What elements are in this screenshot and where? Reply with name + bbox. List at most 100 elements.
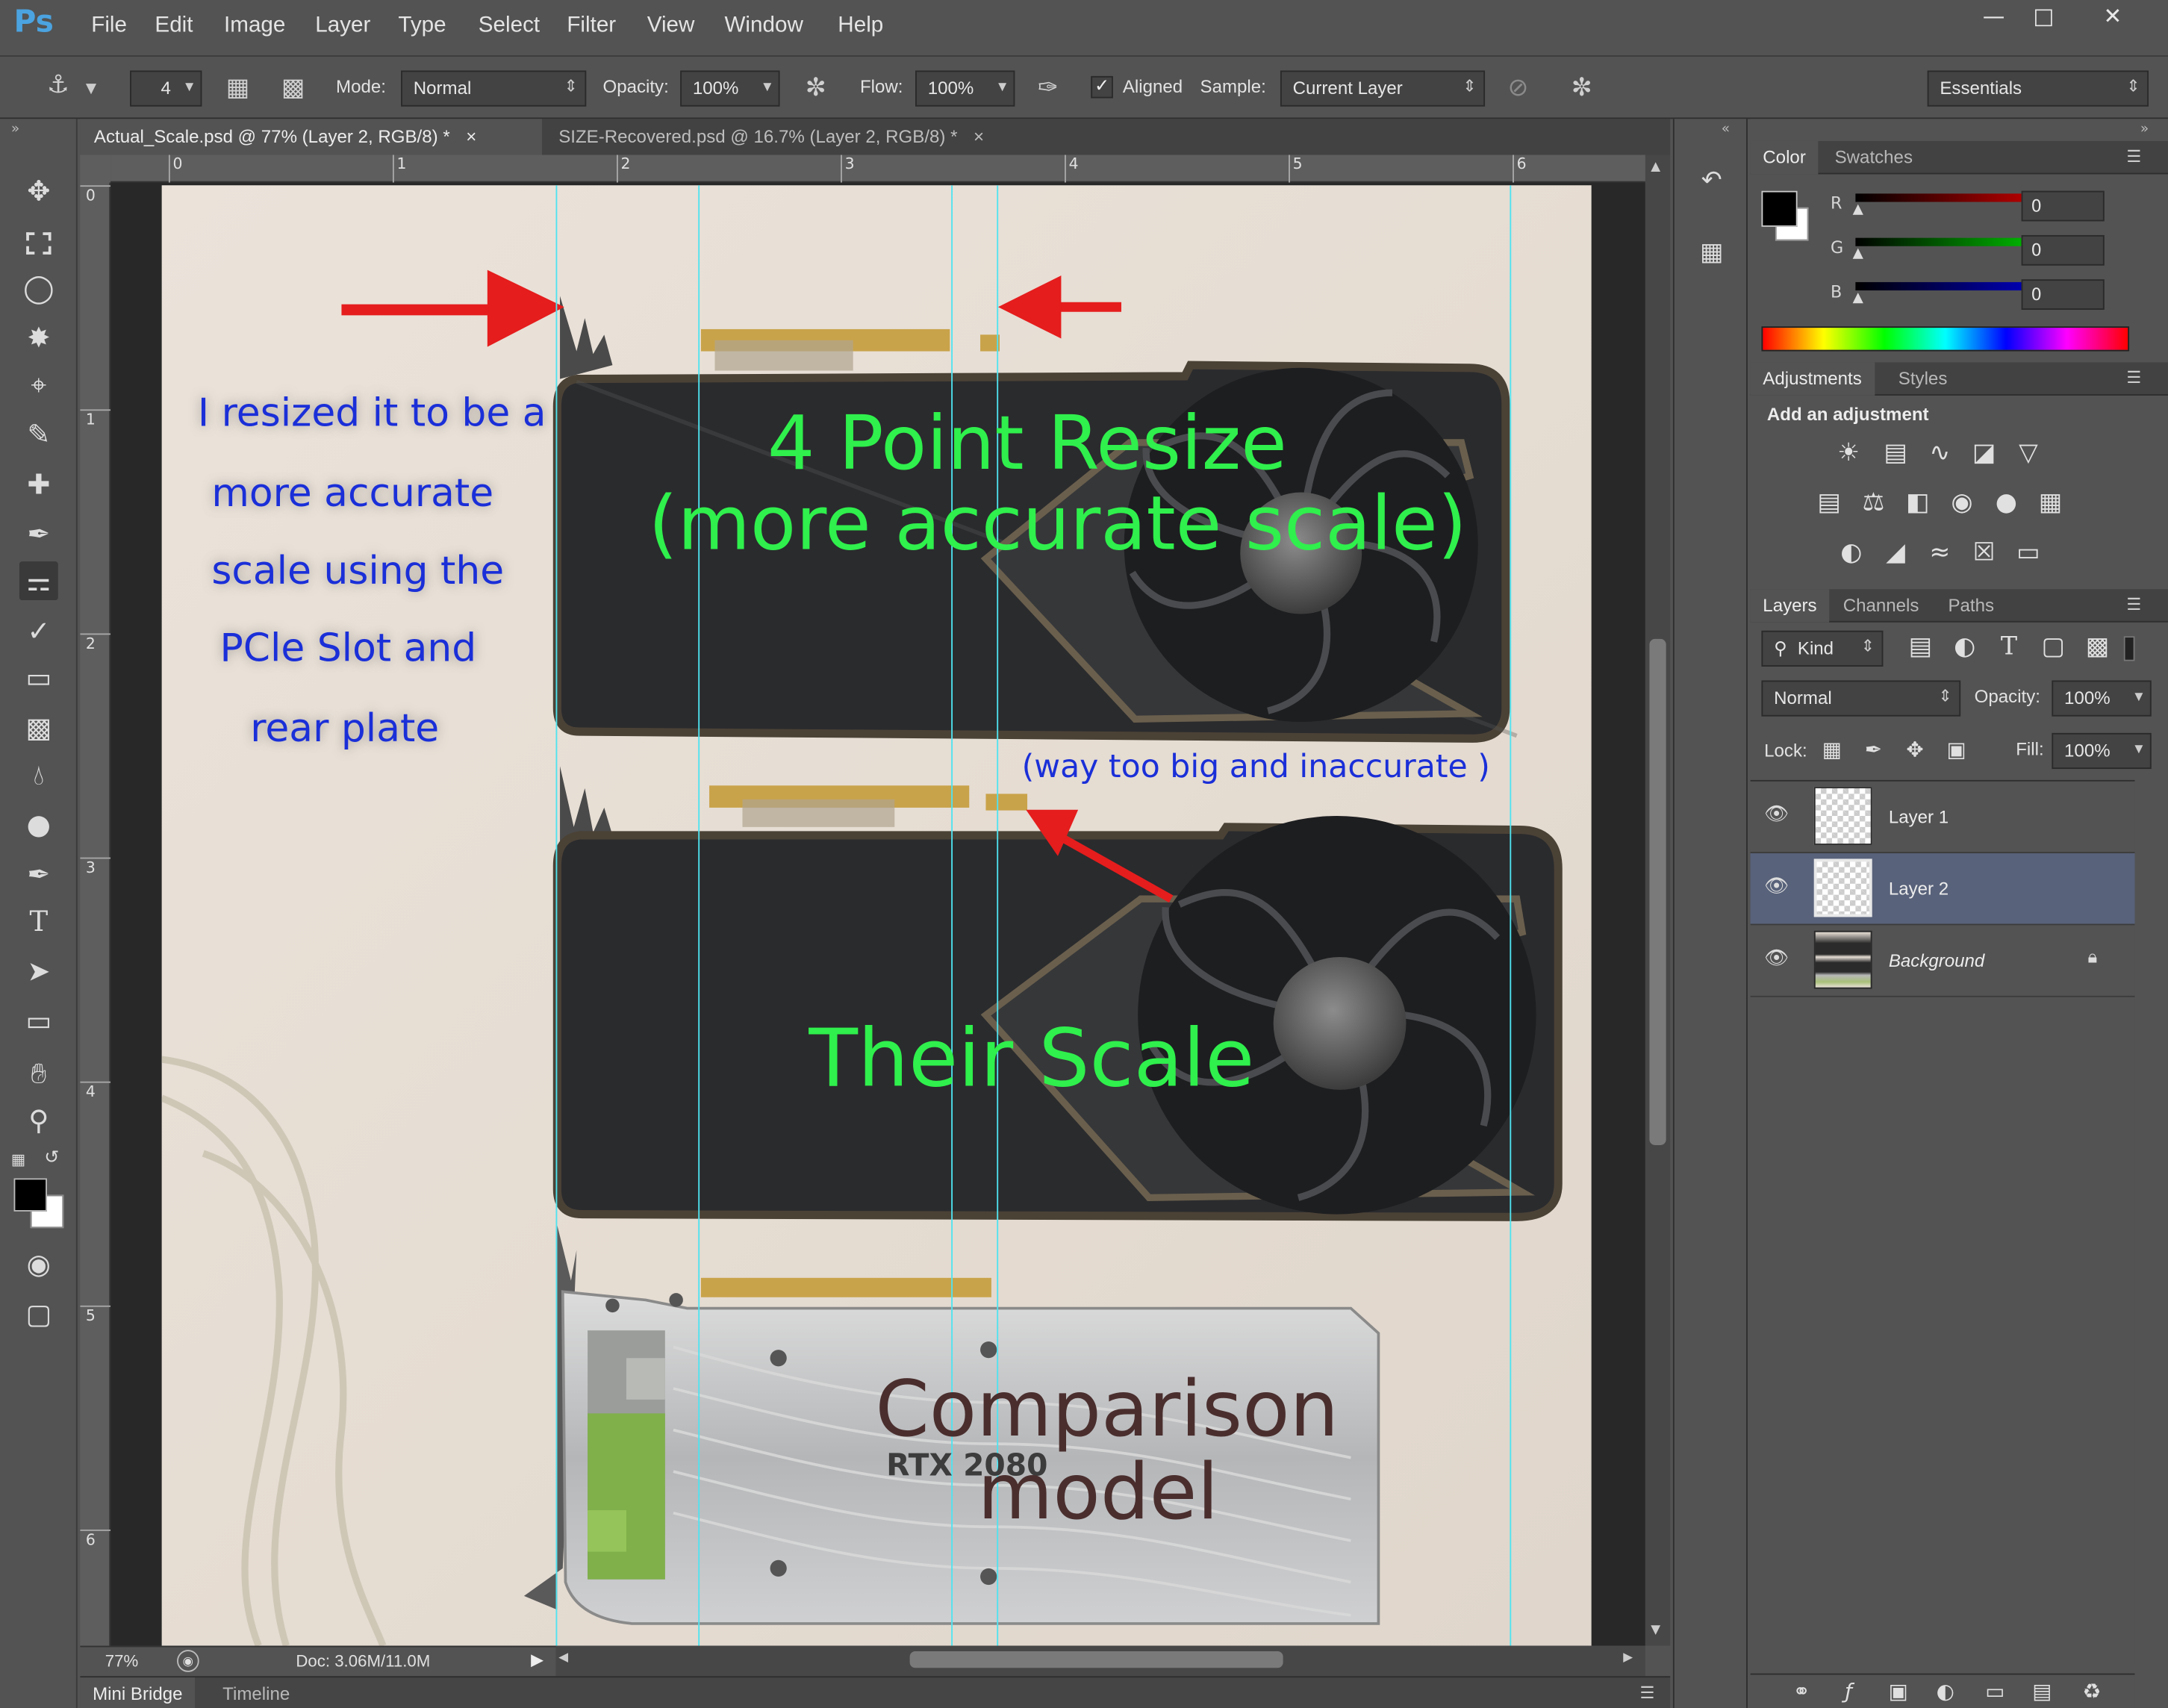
scroll-down-icon[interactable]: ▼ [1651, 1624, 1660, 1638]
menu-image[interactable]: Image [224, 14, 285, 39]
expand-panels-icon[interactable]: « [1722, 122, 1730, 137]
brush-tool-icon[interactable]: ✒ [19, 514, 58, 553]
black-white-icon[interactable]: ◧ [1900, 487, 1936, 520]
gradient-tool-icon[interactable]: ▩ [19, 708, 58, 747]
photo-filter-icon[interactable]: ◉ [1944, 487, 1980, 520]
flow-input[interactable]: 100% ▾ [915, 70, 1015, 107]
green-slider-handle[interactable]: ▲ [1853, 246, 1863, 261]
threshold-icon[interactable]: ≈ [1922, 537, 1957, 570]
document-tab-size-recovered[interactable]: SIZE-Recovered.psd @ 16.7% (Layer 2, RGB… [545, 119, 1056, 155]
menu-select[interactable]: Select [479, 14, 540, 39]
zoom-level[interactable]: 77% [105, 1651, 139, 1671]
path-selection-tool-icon[interactable]: ➤ [19, 952, 58, 991]
panel-menu-icon[interactable]: ☰ [2126, 595, 2141, 614]
visibility-eye-icon[interactable]: 👁︎ [1764, 803, 1789, 826]
pressure-opacity-icon[interactable]: ✼ [799, 73, 832, 104]
tab-swatches[interactable]: Swatches [1822, 141, 1925, 174]
history-panel-icon[interactable]: ↶ [1694, 166, 1730, 202]
vertical-ruler[interactable]: 0 1 2 3 4 5 6 [80, 182, 111, 1646]
preset-dropdown-arrow-icon[interactable]: ▼ [86, 81, 96, 96]
blue-value-input[interactable]: 0 [2021, 279, 2105, 310]
opacity-input[interactable]: 100% ▾ [680, 70, 780, 107]
lock-transparency-icon[interactable]: ▦ [1814, 733, 1850, 766]
menu-file[interactable]: File [91, 14, 127, 39]
scroll-up-icon[interactable]: ▲ [1651, 160, 1660, 175]
layer-opacity-input[interactable]: 100% ▾ [2052, 680, 2152, 717]
scroll-left-icon[interactable]: ◀ [558, 1651, 568, 1665]
posterize-icon[interactable]: ◢ [1878, 537, 1913, 570]
color-balance-icon[interactable]: ⚖︎ [1855, 487, 1891, 520]
layer-row-background[interactable]: 👁︎ Background 🔒︎ [1750, 925, 2135, 997]
document-tab-actual-scale[interactable]: Actual_Scale.psd @ 77% (Layer 2, RGB/8) … [80, 119, 542, 155]
tab-channels[interactable]: Channels [1831, 589, 1931, 622]
filter-shape-icon[interactable]: ▢ [2035, 631, 2071, 664]
filter-pixel-icon[interactable]: ▤ [1902, 631, 1938, 664]
tab-layers[interactable]: Layers [1750, 589, 1830, 623]
new-adjustment-icon[interactable]: ◐ [1928, 1674, 1963, 1707]
filter-type-icon[interactable]: T [1991, 631, 2027, 664]
invert-icon[interactable]: ◐ [1834, 537, 1869, 570]
menu-edit[interactable]: Edit [155, 14, 193, 39]
close-window-button[interactable]: ✕ [2082, 0, 2143, 33]
filter-smart-object-icon[interactable]: ▩ [2079, 631, 2115, 664]
layer-filter-kind-select[interactable]: ⚲ Kind ⇕ [1761, 630, 1884, 667]
color-lookup-icon[interactable]: ▦ [2032, 487, 2068, 520]
tab-styles[interactable]: Styles [1886, 362, 1960, 395]
foreground-color-swatch[interactable] [13, 1178, 47, 1212]
guide-line[interactable] [555, 185, 558, 1646]
sample-select[interactable]: Current Layer ⇕ [1280, 70, 1486, 107]
clone-stamp-tool-icon[interactable]: ⚎ [19, 561, 58, 601]
healing-brush-tool-icon[interactable]: ✚ [19, 464, 58, 503]
ignore-adjustment-layers-icon[interactable]: ⊘ [1501, 73, 1534, 104]
link-layers-icon[interactable]: ⚭ [1784, 1674, 1819, 1707]
layer-name[interactable]: Layer 2 [1889, 878, 1949, 899]
menu-help[interactable]: Help [838, 14, 883, 39]
status-proof-icon[interactable]: ◉ [177, 1650, 199, 1672]
history-brush-tool-icon[interactable]: ✓ [19, 611, 58, 650]
exposure-icon[interactable]: ◪ [1966, 437, 2002, 470]
color-spectrum-bar[interactable] [1761, 326, 2130, 352]
blue-slider-handle[interactable]: ▲ [1853, 290, 1863, 305]
swap-colors-icon[interactable]: ↺ [44, 1148, 59, 1169]
selective-color-icon[interactable]: ☒ [1966, 537, 2002, 570]
new-layer-icon[interactable]: ▤ [2024, 1674, 2060, 1707]
menu-layer[interactable]: Layer [315, 14, 370, 39]
layer-row-layer-2[interactable]: 👁︎ Layer 2 [1750, 853, 2135, 926]
panel-menu-icon[interactable]: ☰ [2126, 368, 2141, 387]
filter-adjustment-icon[interactable]: ◐ [1947, 631, 1983, 664]
fill-input[interactable]: 100% ▾ [2052, 732, 2152, 770]
vibrance-icon[interactable]: ▽ [2010, 437, 2046, 470]
visibility-eye-icon[interactable]: 👁︎ [1764, 947, 1789, 970]
red-value-input[interactable]: 0 [2021, 190, 2105, 222]
lock-image-icon[interactable]: ✒ [1855, 733, 1891, 766]
clone-source-panel-icon[interactable]: ▩ [276, 73, 309, 104]
magic-wand-tool-icon[interactable]: ✸ [19, 318, 58, 357]
menu-view[interactable]: View [647, 14, 695, 39]
menu-filter[interactable]: Filter [567, 14, 616, 39]
eraser-tool-icon[interactable]: ▭ [19, 658, 58, 697]
menu-type[interactable]: Type [398, 14, 446, 39]
color-panel-foreground-swatch[interactable] [1761, 190, 1798, 227]
tab-paths[interactable]: Paths [1936, 589, 2007, 622]
channel-mixer-icon[interactable]: ● [1988, 487, 2024, 520]
close-tab-icon[interactable]: × [466, 126, 476, 147]
horizontal-scrollbar[interactable]: ◀ ▶ [555, 1645, 1645, 1677]
visibility-eye-icon[interactable]: 👁︎ [1764, 876, 1789, 898]
pen-tool-icon[interactable]: ✒ [19, 855, 58, 894]
horizontal-ruler[interactable]: 0 1 2 3 4 5 6 [110, 155, 1645, 183]
blend-mode-select[interactable]: Normal ⇕ [1761, 680, 1961, 717]
screen-mode-icon[interactable]: ▢ [19, 1294, 58, 1333]
layer-style-icon[interactable]: ƒ [1831, 1674, 1866, 1707]
menu-window[interactable]: Window [724, 14, 803, 39]
panel-menu-icon[interactable]: ☰ [1639, 1683, 1654, 1703]
status-menu-arrow-icon[interactable]: ▶ [531, 1650, 543, 1669]
type-tool-icon[interactable]: T [19, 902, 58, 941]
eyedropper-tool-icon[interactable]: ✎ [19, 415, 58, 454]
quick-mask-icon[interactable]: ◉ [19, 1244, 58, 1283]
layer-name[interactable]: Background [1889, 950, 1985, 971]
move-tool-icon[interactable]: ✥ [19, 172, 58, 211]
maximize-button[interactable]: □ [2019, 0, 2069, 33]
hand-tool-icon[interactable]: ✋︎ [19, 1054, 58, 1093]
brightness-contrast-icon[interactable]: ☀︎ [1831, 437, 1866, 470]
dodge-tool-icon[interactable]: ● [19, 805, 58, 844]
